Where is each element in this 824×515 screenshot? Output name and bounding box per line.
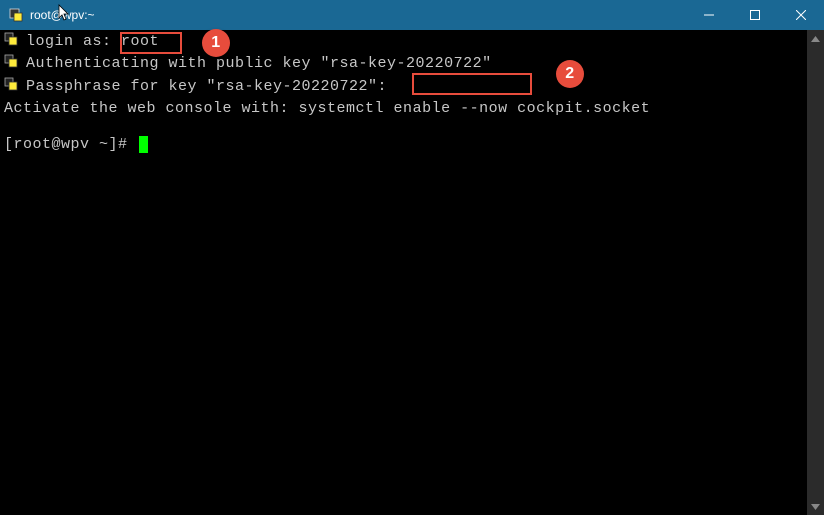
putty-line-icon bbox=[4, 32, 20, 46]
window-controls bbox=[686, 0, 824, 30]
maximize-button[interactable] bbox=[732, 0, 778, 30]
window-title: root@wpv:~ bbox=[30, 8, 686, 22]
minimize-button[interactable] bbox=[686, 0, 732, 30]
vertical-scrollbar[interactable] bbox=[807, 30, 824, 515]
terminal-line: Activate the web console with: systemctl… bbox=[4, 99, 818, 119]
terminal-line: [root@wpv ~]# bbox=[4, 135, 818, 155]
close-button[interactable] bbox=[778, 0, 824, 30]
putty-line-icon bbox=[4, 77, 20, 91]
terminal-area[interactable]: login as: root Authenticating with publi… bbox=[0, 30, 824, 515]
app-icon bbox=[8, 7, 24, 23]
putty-window: root@wpv:~ login bbox=[0, 0, 824, 515]
terminal-line: login as: root bbox=[4, 32, 818, 52]
scroll-up-button[interactable] bbox=[807, 30, 824, 47]
terminal-text: Activate the web console with: systemctl… bbox=[4, 99, 650, 119]
scroll-down-button[interactable] bbox=[807, 498, 824, 515]
terminal-line: Authenticating with public key "rsa-key-… bbox=[4, 54, 818, 74]
terminal-text: Passphrase for key "rsa-key-20220722": bbox=[26, 77, 397, 97]
terminal-cursor bbox=[139, 136, 148, 153]
terminal-text: Authenticating with public key "rsa-key-… bbox=[26, 54, 492, 74]
terminal-prompt: [root@wpv ~]# bbox=[4, 135, 148, 155]
putty-line-icon bbox=[4, 54, 20, 68]
titlebar[interactable]: root@wpv:~ bbox=[0, 0, 824, 30]
terminal-text: login as: root bbox=[26, 32, 159, 52]
terminal-line: Passphrase for key "rsa-key-20220722": bbox=[4, 77, 818, 97]
